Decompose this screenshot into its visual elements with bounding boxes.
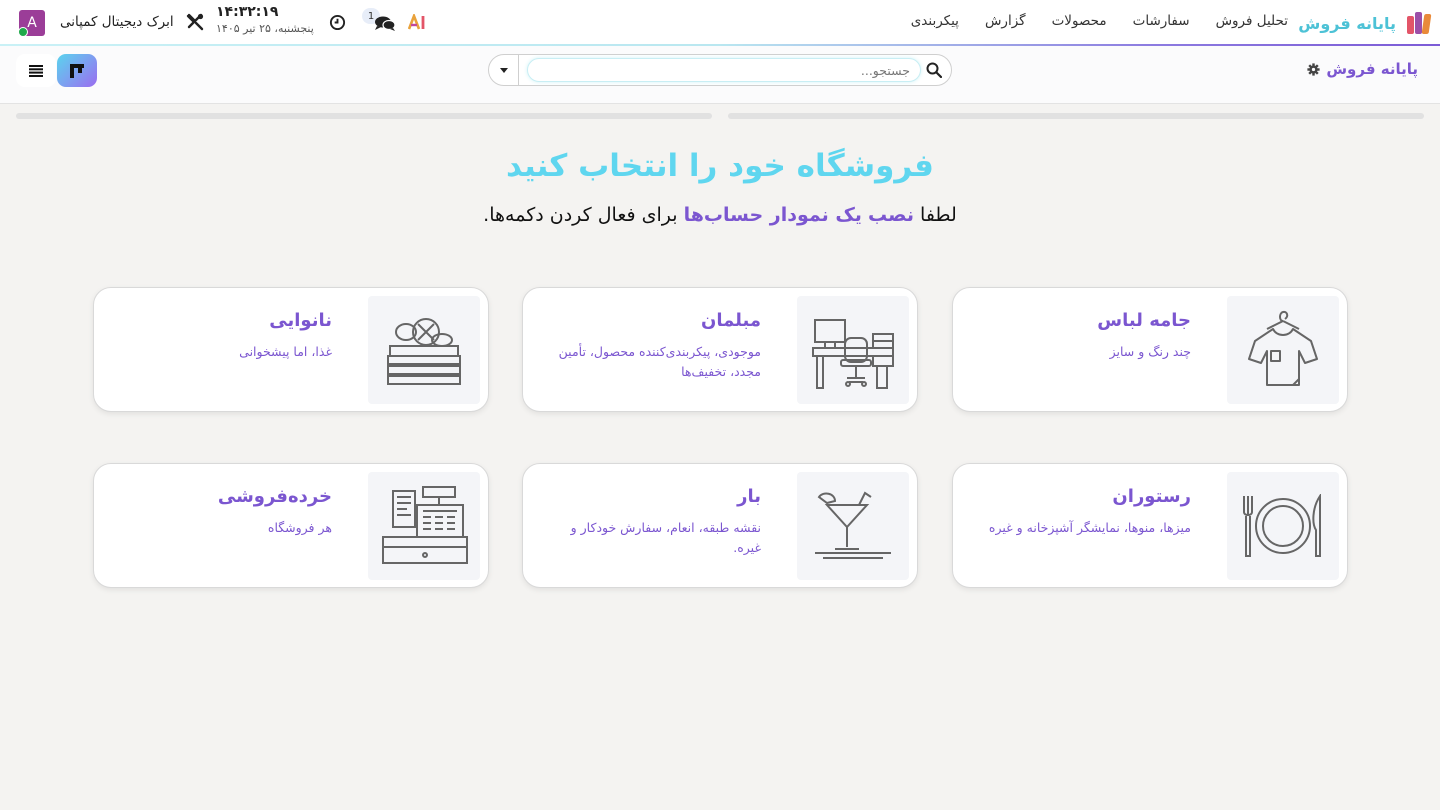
shop-card-restaurant[interactable]: رستوران میزها، منوها، نمایشگر آشپزخانه و… [952,463,1348,588]
clock-date: پنجشنبه، ۲۵ تیر ۱۴۰۵ [216,22,314,35]
furniture-desk-icon [797,296,909,404]
menu-item-products[interactable]: محصولات [1052,13,1107,29]
clock-time: ۱۴:۳۲:۱۹ [216,4,279,20]
card-title: رستوران [1112,486,1191,507]
card-description: نقشه طبقه، انعام، سفارش خودکار و غیره. [570,520,761,555]
menu-item-orders[interactable]: سفارشات [1133,13,1190,29]
plate-cutlery-icon [1227,472,1339,580]
shop-card-bar[interactable]: بار نقشه طبقه، انعام، سفارش خودکار و غیر… [522,463,918,588]
clock-widget: ۱۴:۳۲:۱۹ پنجشنبه، ۲۵ تیر ۱۴۰۵ [216,4,314,35]
menu-item-configuration[interactable]: پیکربندی [911,13,959,29]
card-description: غذا، اما پیشخوانی [239,344,332,359]
brand-name: پایانه فروش [1298,13,1396,33]
cash-register-icon [368,472,480,580]
card-title: خرده‌فروشی [217,486,332,507]
top-menu: تحلیل فروش سفارشات محصولات گزارش پیکربند… [911,13,1288,29]
page-heading: فروشگاه خود را انتخاب کنید [506,148,934,184]
kanban-view-button[interactable] [57,54,97,87]
loading-placeholder-bar [16,113,712,119]
shop-card-bakery[interactable]: نانوایی غذا، اما پیشخوانی [93,287,489,412]
ai-assistant-icon[interactable] [408,14,428,30]
cocktail-icon [797,472,909,580]
list-icon [29,64,43,77]
shop-card-furniture[interactable]: مبلمان موجودی، پیکربندی‌کننده محصول، تأم… [522,287,918,412]
card-title: جامه لباس [1097,310,1191,331]
page-subheading: لطفا نصب یک نمودار حساب‌ها برای فعال کرد… [0,204,1440,226]
card-title: نانوایی [269,310,332,331]
subheading-prefix: لطفا [920,204,957,226]
tshirt-icon [1227,296,1339,404]
chart-of-accounts-link[interactable]: یک نمودار حساب‌ها [684,204,862,226]
search-options-toggle[interactable] [489,55,519,85]
loading-placeholder-bar [728,113,1424,119]
brand[interactable]: پایانه فروش [1298,10,1432,36]
search-input[interactable] [527,58,921,82]
breadcrumb: پایانه فروش [1307,60,1418,78]
kanban-icon [70,63,84,78]
tools-icon[interactable] [186,13,204,31]
menu-item-reporting[interactable]: گزارش [985,13,1026,29]
gear-icon[interactable] [1307,62,1320,76]
company-switcher[interactable]: ابرک دیجیتال کمپانی [60,14,174,30]
chat-bubbles-icon[interactable] [374,15,396,31]
online-status-dot [18,27,28,37]
menu-item-sales-analysis[interactable]: تحلیل فروش [1216,13,1288,29]
card-title: مبلمان [700,310,761,331]
install-link[interactable]: نصب [868,204,914,226]
list-view-button[interactable] [16,54,56,87]
subheading-suffix: برای فعال کردن دکمه‌ها. [483,204,678,226]
card-description: هر فروشگاه [267,520,332,535]
books-logo-icon [1404,12,1432,34]
systray: A ابرک دیجیتال کمپانی ۱۴:۳۲:۱۹ پنجشنبه، … [0,0,460,46]
caret-down-icon [499,67,508,73]
control-panel: پایانه فروش [0,46,1440,104]
bakery-crate-icon [368,296,480,404]
shop-card-clothing[interactable]: جامه لباس چند رنگ و سایز [952,287,1348,412]
history-icon[interactable] [329,14,346,31]
card-title: بار [737,486,761,507]
search-bar [488,54,952,86]
shop-card-retail[interactable]: خرده‌فروشی هر فروشگاه [93,463,489,588]
card-description: میزها، منوها، نمایشگر آشپزخانه و غیره [988,520,1191,535]
page-title: پایانه فروش [1326,60,1418,78]
card-description: موجودی، پیکربندی‌کننده محصول، تأمین مجدد… [558,344,761,379]
search-icon[interactable] [926,62,942,78]
card-description: چند رنگ و سایز [1109,344,1191,359]
